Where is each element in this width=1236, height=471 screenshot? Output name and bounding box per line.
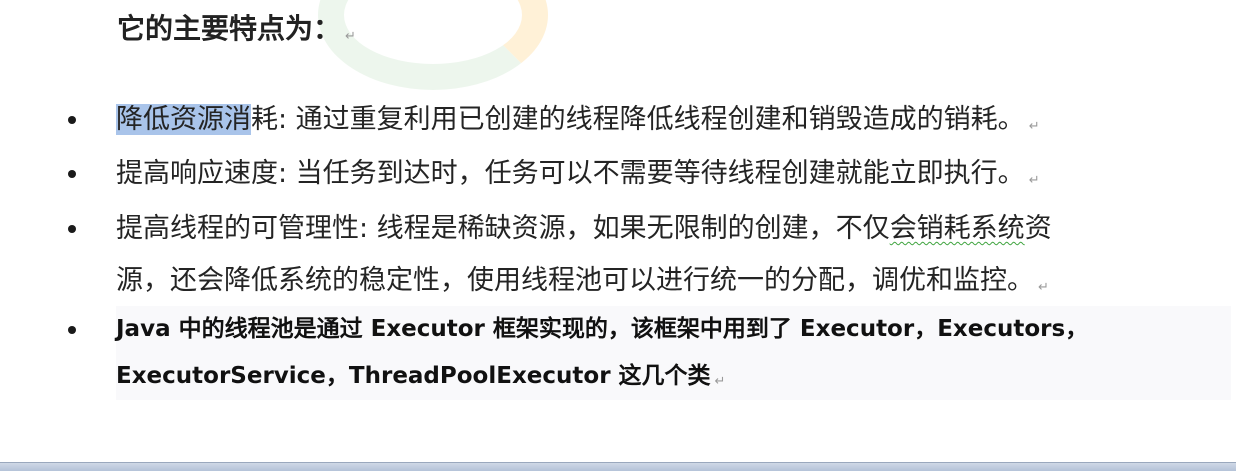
item-text-line2: 源，还会降低系统的稳定性，使用线程池可以进行统一的分配，调优和监控。	[116, 265, 1034, 296]
paragraph-mark-icon: ↵	[1038, 280, 1049, 295]
paragraph-mark-icon: ↵	[345, 29, 356, 44]
item-description: : 当任务到达时，任务可以不需要等待线程创建就能立即执行。	[278, 158, 1025, 189]
bullet-icon	[68, 170, 76, 178]
heading-text: 它的主要特点为：	[117, 12, 342, 45]
paragraph-mark-icon: ↵	[1028, 173, 1040, 188]
list-item: 提高线程的可管理性: 线程是稀缺资源，如果无限制的创建，不仅会销耗系统资	[116, 203, 1052, 254]
selected-text[interactable]: 降低资源消	[116, 104, 251, 135]
list-item: 降低资源消耗: 通过重复利用已创建的线程降低线程创建和销毁造成的销耗。 ↵	[116, 94, 1040, 152]
section-heading: 它的主要特点为： ↵	[117, 12, 356, 54]
bullet-icon	[68, 225, 76, 233]
list-item-continuation: 源，还会降低系统的稳定性，使用线程池可以进行统一的分配，调优和监控。 ↵	[116, 255, 1049, 313]
list-item: 提高响应速度: 当任务到达时，任务可以不需要等待线程创建就能立即执行。 ↵	[116, 148, 1040, 206]
bullet-icon	[68, 116, 76, 124]
spellcheck-underlined-text: 会销耗系统	[889, 213, 1025, 244]
window-bottom-bar	[0, 462, 1236, 471]
paragraph-mark-icon: ↵	[1028, 119, 1040, 134]
item-term: 提高响应速度	[116, 158, 278, 189]
item-text-line1: Java 中的线程池是通过 Executor 框架实现的，该框架中用到了 Exe…	[116, 316, 1089, 342]
item-text-line1: 提高线程的可管理性: 线程是稀缺资源，如果无限制的创建，不仅	[116, 213, 890, 244]
item-text-line2-content: ExecutorService，ThreadPoolExecutor 这几个类	[116, 363, 711, 389]
item-text-line1-end: 资	[1024, 213, 1052, 244]
item-text-line2: ExecutorService，ThreadPoolExecutor 这几个类 ↵	[116, 353, 725, 405]
paragraph-mark-icon: ↵	[714, 374, 726, 389]
item-term-rest: 耗	[251, 104, 278, 135]
item-description: : 通过重复利用已创建的线程降低线程创建和销毁造成的销耗。	[278, 104, 1025, 135]
bullet-icon	[68, 326, 76, 334]
list-item-bold: Java 中的线程池是通过 Executor 框架实现的，该框架中用到了 Exe…	[116, 306, 1231, 400]
